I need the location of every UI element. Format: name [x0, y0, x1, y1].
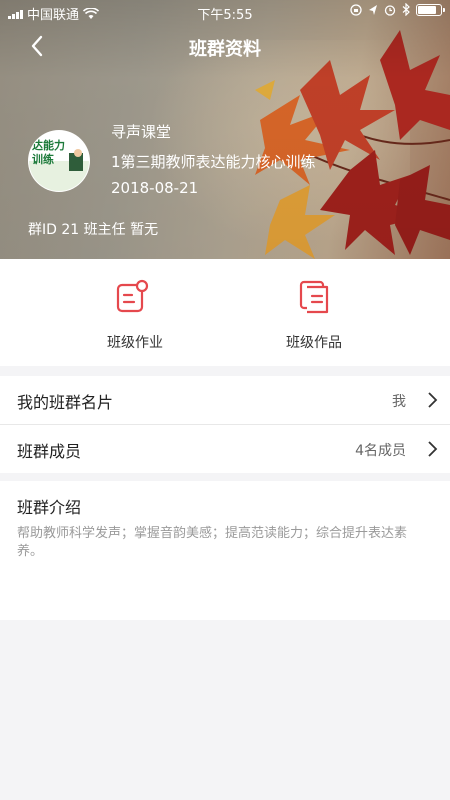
avatar-image: 达能力 训练 — [29, 131, 89, 191]
works-icon — [299, 280, 329, 314]
page-title: 班群资料 — [189, 39, 261, 60]
battery-icon — [416, 3, 445, 16]
group-name: 寻声课堂 — [111, 123, 172, 141]
group-intro-title: 班群介绍 — [17, 498, 82, 517]
group-members-row[interactable]: 班群成员 4名成员 — [0, 425, 450, 473]
group-meta: 群ID 21 班主任 暂无 — [28, 222, 159, 238]
homework-label: 班级作业 — [107, 335, 163, 351]
status-bar: 中国联通 下午5:55 — [0, 0, 450, 24]
my-group-card-value: 我 — [392, 394, 406, 410]
avatar-text-1: 达能力 — [32, 138, 65, 152]
action-panel: 班级作业 班级作品 — [0, 259, 450, 366]
group-intro-text: 帮助教师科学发声；掌握音韵美感；提高范读能力；综合提升表达素养。 — [17, 526, 408, 559]
course-title: 1第三期教师表达能力核心训练 — [111, 153, 316, 171]
class-homework-button[interactable]: 班级作业 — [22, 259, 247, 366]
chevron-right-icon — [428, 441, 438, 457]
group-avatar: 达能力 训练 — [28, 130, 90, 192]
status-right-icons — [350, 3, 445, 16]
bluetooth-icon — [402, 3, 410, 16]
lock-rotation-icon — [350, 3, 362, 16]
group-intro-section: 班群介绍 帮助教师科学发声；掌握音韵美感；提高范读能力；综合提升表达素养。 — [0, 481, 450, 620]
alarm-icon — [384, 4, 396, 16]
works-label: 班级作品 — [286, 335, 342, 351]
group-members-label: 班群成员 — [17, 442, 82, 461]
group-header: 中国联通 下午5:55 班群资料 达能力 训练 寻声课堂 1第三期教师表达能力核… — [0, 0, 450, 259]
avatar-text-2: 训练 — [32, 152, 54, 166]
homework-icon — [116, 279, 149, 313]
class-works-button[interactable]: 班级作品 — [225, 259, 450, 366]
group-members-value: 4名成员 — [355, 443, 406, 459]
nav-bar: 班群资料 — [0, 28, 450, 64]
chevron-right-icon — [428, 392, 438, 408]
created-date: 2018-08-21 — [111, 179, 199, 197]
my-group-card-label: 我的班群名片 — [17, 393, 114, 412]
my-group-card-row[interactable]: 我的班群名片 我 — [0, 376, 450, 424]
location-icon — [369, 4, 377, 15]
